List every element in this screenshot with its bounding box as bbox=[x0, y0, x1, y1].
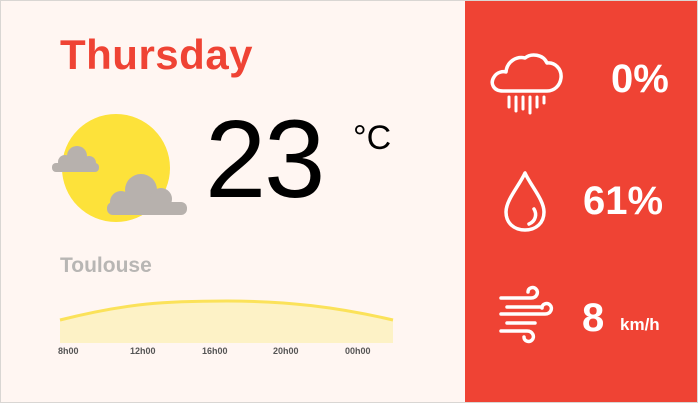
forecast-panel: Thursday 23 °C Toulouse 8h00 12h00 16h00… bbox=[1, 1, 465, 402]
metrics-panel: 0% 61% 8 km/h bbox=[465, 1, 697, 402]
water-drop-icon bbox=[504, 171, 546, 232]
wind-unit: km/h bbox=[620, 315, 660, 334]
chart-tick-16h: 16h00 bbox=[202, 346, 228, 356]
wind-icon bbox=[499, 285, 554, 344]
hourly-temperature-chart bbox=[59, 299, 394, 343]
temperature-value: 23 bbox=[205, 98, 325, 221]
humidity-value: 61% bbox=[583, 179, 664, 223]
day-label: Thursday bbox=[60, 31, 254, 78]
chart-tick-8h: 8h00 bbox=[58, 346, 79, 356]
chart-tick-12h: 12h00 bbox=[130, 346, 156, 356]
city-name: Toulouse bbox=[60, 254, 152, 277]
chart-area bbox=[60, 301, 393, 343]
temperature-unit: °C bbox=[353, 119, 392, 157]
rain-value: 0% bbox=[611, 57, 669, 101]
chart-tick-20h: 20h00 bbox=[273, 346, 299, 356]
chart-tick-00h: 00h00 bbox=[345, 346, 371, 356]
weather-card: Thursday 23 °C Toulouse 8h00 12h00 16h00… bbox=[1, 1, 697, 402]
sun-with-clouds-icon bbox=[52, 114, 187, 222]
wind-value: 8 bbox=[582, 296, 605, 340]
rain-cloud-icon bbox=[490, 53, 563, 115]
